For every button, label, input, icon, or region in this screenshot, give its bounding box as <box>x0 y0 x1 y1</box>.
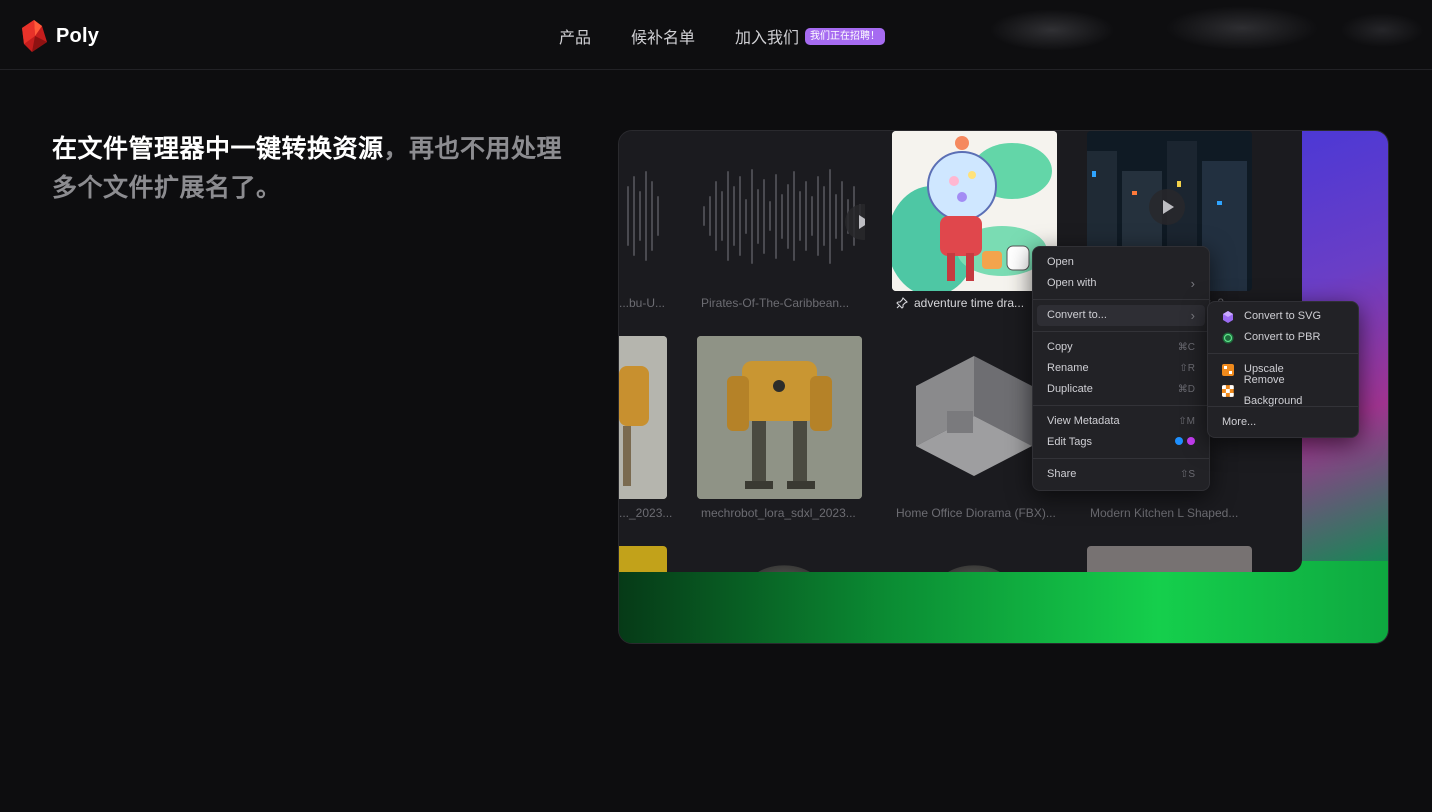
svg-cube-icon <box>1223 310 1233 323</box>
wallpaper-green <box>619 561 1388 643</box>
upscale-icon <box>1222 363 1234 376</box>
product-showcase: ...bu-U... Pirates-Of-The-Caribbean... a… <box>618 130 1389 644</box>
tag-dot-purple <box>1187 437 1195 445</box>
shortcut-label: ⇧S <box>1179 469 1195 480</box>
brand-logo[interactable]: Poly <box>20 20 99 52</box>
menu-item-rename[interactable]: Rename ⇧R <box>1033 358 1209 379</box>
image-tile-mechrobot[interactable] <box>697 336 862 499</box>
chevron-right-icon: › <box>1190 308 1195 323</box>
menu-divider <box>1033 331 1209 332</box>
submenu-item-more[interactable]: More... <box>1208 412 1358 433</box>
file-manager-window: ...bu-U... Pirates-Of-The-Caribbean... a… <box>619 131 1302 572</box>
file-caption: ..._2023... <box>619 506 673 520</box>
tag-dot-blue <box>1175 437 1183 445</box>
shortcut-label: ⌘C <box>1177 342 1195 353</box>
file-caption-selected: adventure time dra... <box>896 296 1024 310</box>
file-caption: Home Office Diorama (FBX)... <box>896 506 1056 520</box>
file-caption: ...bu-U... <box>619 296 666 310</box>
hero-highlight: 在文件管理器中一键转换资源 <box>52 135 384 163</box>
blurred-header-decoration <box>912 0 1432 69</box>
play-icon[interactable] <box>1149 189 1185 225</box>
submenu-item-remove-background[interactable]: Remove Background <box>1208 374 1358 407</box>
remove-background-icon <box>1222 384 1234 397</box>
menu-item-view-metadata[interactable]: View Metadata ⇧M <box>1033 411 1209 432</box>
menu-item-duplicate[interactable]: Duplicate ⌘D <box>1033 379 1209 400</box>
image-tile-partial-gray[interactable] <box>1087 546 1252 572</box>
menu-divider <box>1033 299 1209 300</box>
menu-item-edit-tags[interactable]: Edit Tags <box>1033 432 1209 453</box>
menu-item-convert-to[interactable]: Convert to... › <box>1037 305 1205 326</box>
mechrobot-thumbnail <box>697 336 862 499</box>
pbr-sphere-icon <box>1222 332 1234 343</box>
file-caption: Modern Kitchen L Shaped... <box>1090 506 1239 520</box>
menu-divider <box>1033 405 1209 406</box>
brand-name: Poly <box>56 24 100 47</box>
submenu-item-convert-pbr[interactable]: Convert to PBR <box>1208 327 1358 348</box>
tag-color-dots <box>1171 432 1195 453</box>
file-caption: Pirates-Of-The-Caribbean... <box>701 296 850 310</box>
image-tile-partial-yellow[interactable] <box>619 546 667 572</box>
menu-item-copy[interactable]: Copy ⌘C <box>1033 337 1209 358</box>
audio-tile-partial[interactable] <box>619 141 665 291</box>
shortcut-label: ⌘D <box>1177 384 1195 395</box>
convert-submenu: Convert to SVG Convert to PBR Upscale Re… <box>1207 301 1359 438</box>
menu-divider <box>1208 353 1358 354</box>
menu-item-share[interactable]: Share ⇧S <box>1033 464 1209 485</box>
menu-divider <box>1033 458 1209 459</box>
nav-item-waitlist[interactable]: 候补名单 <box>631 24 695 48</box>
file-caption: mechrobot_lora_sdxl_2023... <box>701 506 856 520</box>
shortcut-label: ⇧M <box>1178 416 1195 427</box>
submenu-item-convert-svg[interactable]: Convert to SVG <box>1208 306 1358 327</box>
menu-item-open[interactable]: Open <box>1033 252 1209 273</box>
image-tile-robot-partial[interactable] <box>619 336 667 499</box>
audio-tile-pirates[interactable] <box>699 141 865 291</box>
robot-thumbnail <box>619 336 667 499</box>
nav-item-products[interactable]: 产品 <box>559 24 591 48</box>
top-navigation-bar: Poly 产品 候补名单 加入我们 我们正在招聘！ <box>0 0 1432 70</box>
hiring-badge[interactable]: 我们正在招聘！ <box>805 27 886 45</box>
pin-icon <box>896 297 908 309</box>
context-menu: Open Open with › Convert to... › Copy ⌘C Re… <box>1032 246 1210 491</box>
shortcut-label: ⇧R <box>1179 363 1195 374</box>
main-nav: 产品 候补名单 加入我们 我们正在招聘！ <box>559 24 886 48</box>
poly-logo-icon <box>22 20 47 52</box>
hero-heading: 在文件管理器中一键转换资源，再也不用处理多个文件扩展名了。 <box>52 130 572 208</box>
model-tile-partial[interactable] <box>929 561 1019 572</box>
chevron-right-icon: › <box>1190 276 1195 291</box>
nav-item-join-us[interactable]: 加入我们 <box>735 24 799 48</box>
selected-file-name: adventure time dra... <box>914 296 1025 310</box>
model-tile-partial[interactable] <box>739 561 829 572</box>
menu-item-open-with[interactable]: Open with › <box>1033 273 1209 294</box>
